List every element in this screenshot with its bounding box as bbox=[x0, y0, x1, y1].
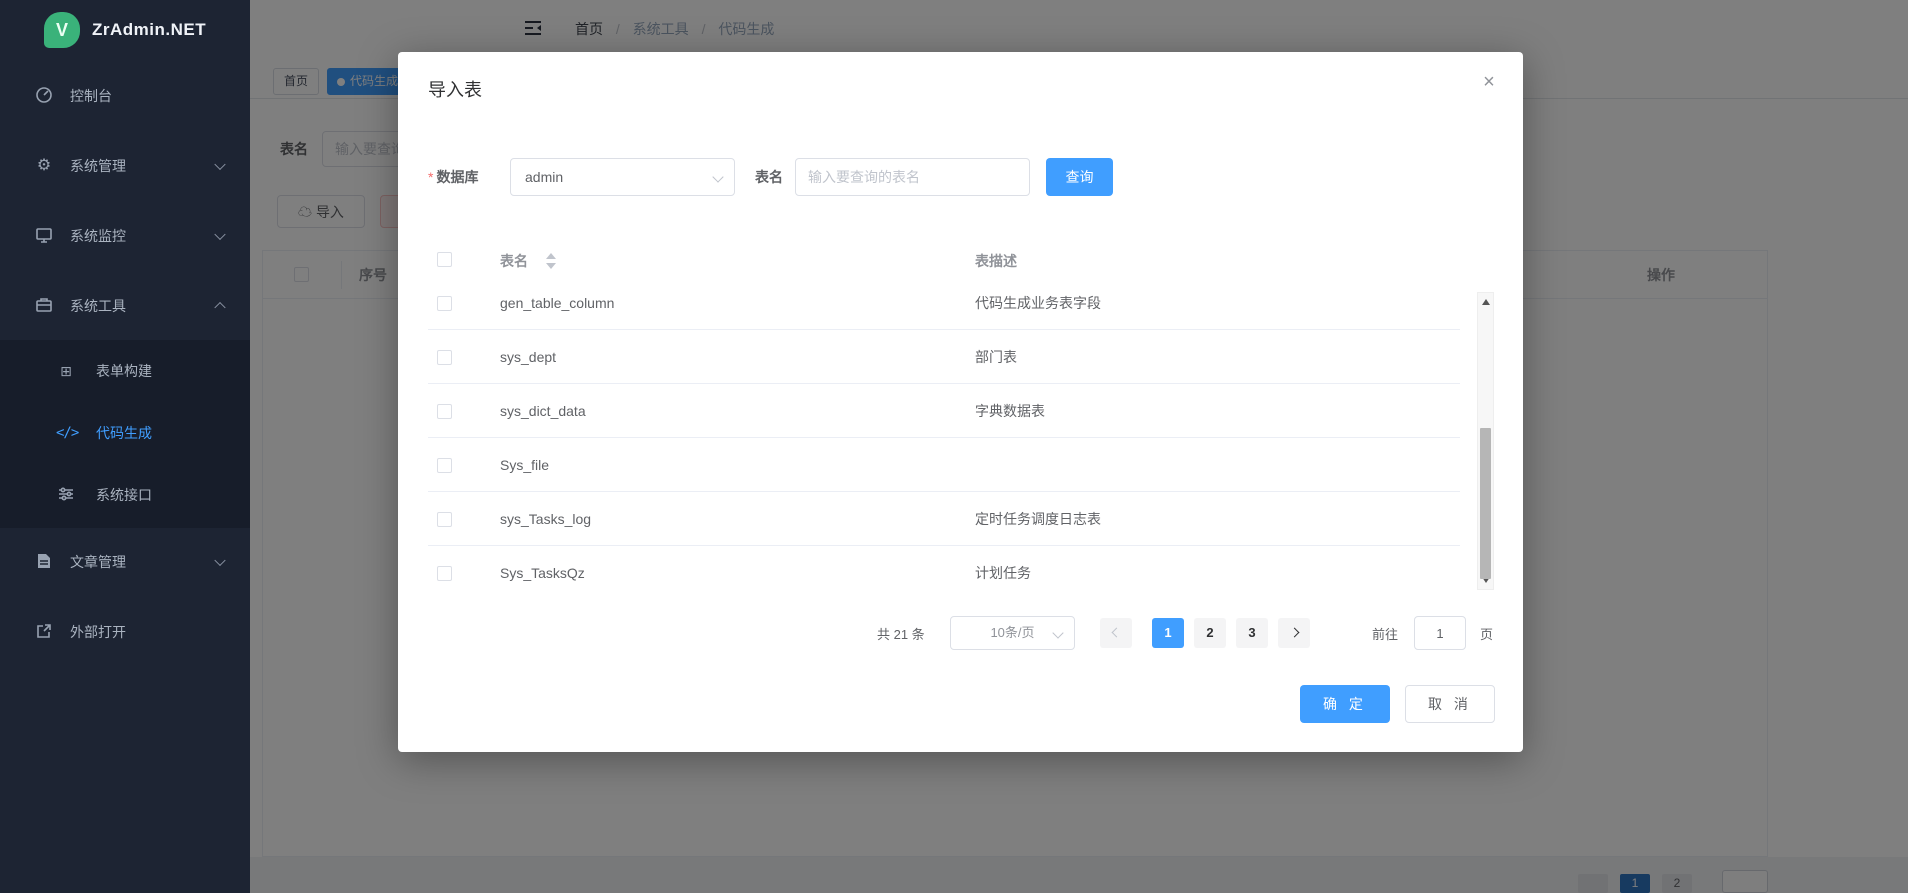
sidebar-item-label: 系统管理 bbox=[70, 156, 126, 176]
dashboard-icon bbox=[34, 86, 54, 106]
col-table-desc: 表描述 bbox=[975, 251, 1017, 271]
dialog-title: 导入表 bbox=[428, 76, 482, 102]
pagination-total: 共 21 条 bbox=[877, 624, 925, 643]
page-size-value: 10条/页 bbox=[990, 625, 1034, 640]
sidebar-item-label: 代码生成 bbox=[96, 423, 152, 443]
table-scrollbar[interactable] bbox=[1477, 292, 1494, 590]
logo-icon: V bbox=[44, 12, 80, 48]
sort-asc-icon bbox=[546, 253, 556, 259]
sidebar-item-article-manage[interactable]: 文章管理 bbox=[0, 534, 250, 590]
dialog-table-body: gen_table_column 代码生成业务表字段 sys_dept 部门表 … bbox=[398, 292, 1474, 590]
chevron-down-icon bbox=[712, 171, 723, 182]
select-all-checkbox[interactable] bbox=[437, 252, 452, 267]
sidebar-item-label: 系统监控 bbox=[70, 226, 126, 246]
scrollbar-thumb[interactable] bbox=[1480, 428, 1491, 579]
row-table-name: sys_Tasks_log bbox=[500, 511, 591, 527]
row-table-desc: 部门表 bbox=[975, 347, 1017, 367]
pager-goto-input[interactable] bbox=[1414, 616, 1466, 650]
table-row[interactable]: sys_Tasks_log 定时任务调度日志表 bbox=[428, 492, 1460, 546]
confirm-button[interactable]: 确 定 bbox=[1300, 685, 1390, 723]
required-asterisk: * bbox=[428, 169, 433, 185]
row-table-name: sys_dept bbox=[500, 349, 556, 365]
database-select-value: admin bbox=[525, 169, 563, 185]
sort-carets-icon[interactable] bbox=[546, 252, 556, 270]
row-checkbox[interactable] bbox=[437, 566, 452, 581]
chevron-down-icon bbox=[1052, 627, 1063, 638]
sidebar-item-label: 系统工具 bbox=[70, 296, 126, 316]
table-row[interactable]: Sys_file bbox=[428, 438, 1460, 492]
sidebar-item-system-tools[interactable]: 系统工具 bbox=[0, 278, 250, 334]
chevron-down-icon bbox=[214, 159, 225, 170]
cancel-button[interactable]: 取 消 bbox=[1405, 685, 1495, 723]
sidebar-item-label: 外部打开 bbox=[70, 622, 126, 642]
table-name-input[interactable] bbox=[795, 158, 1030, 196]
chevron-down-icon bbox=[214, 229, 225, 240]
sidebar-item-form-builder[interactable]: ⊞ 表单构建 bbox=[0, 340, 250, 402]
row-table-desc: 定时任务调度日志表 bbox=[975, 509, 1101, 529]
sidebar-item-label: 文章管理 bbox=[70, 552, 126, 572]
dialog-query-form: *数据库 admin 表名 查询 bbox=[398, 158, 1523, 196]
col-table-name: 表名 bbox=[500, 251, 528, 271]
sidebar-item-label: 控制台 bbox=[70, 86, 112, 106]
dialog-pagination: 共 21 条 10条/页 1 2 3 前往 页 bbox=[398, 612, 1523, 652]
table-row[interactable]: sys_dept 部门表 bbox=[428, 330, 1460, 384]
grid-icon: ⊞ bbox=[56, 361, 76, 381]
sidebar-item-system-manage[interactable]: ⚙ 系统管理 bbox=[0, 138, 250, 194]
row-table-name: Sys_TasksQz bbox=[500, 565, 585, 581]
dialog-table-header: 表名 表描述 bbox=[398, 235, 1523, 292]
sidebar-item-label: 表单构建 bbox=[96, 361, 152, 381]
gear-icon: ⚙ bbox=[34, 156, 54, 176]
sidebar-item-system-monitor[interactable]: 系统监控 bbox=[0, 208, 250, 264]
row-table-desc: 字典数据表 bbox=[975, 401, 1045, 421]
pager-page-1[interactable]: 1 bbox=[1152, 618, 1184, 648]
sidebar-item-external-open[interactable]: 外部打开 bbox=[0, 604, 250, 660]
database-label: *数据库 bbox=[428, 167, 478, 187]
row-table-desc: 计划任务 bbox=[975, 563, 1031, 583]
pager-prev-button[interactable] bbox=[1100, 618, 1132, 648]
app-logo[interactable]: V ZrAdmin.NET bbox=[0, 0, 250, 60]
page-size-select[interactable]: 10条/页 bbox=[950, 616, 1075, 650]
scroll-up-icon[interactable] bbox=[1482, 299, 1490, 305]
toolbox-icon bbox=[34, 296, 54, 316]
row-table-name: gen_table_column bbox=[500, 295, 614, 311]
sliders-icon bbox=[56, 485, 76, 505]
table-row[interactable]: sys_dict_data 字典数据表 bbox=[428, 384, 1460, 438]
pager-page-3[interactable]: 3 bbox=[1236, 618, 1268, 648]
monitor-icon bbox=[34, 226, 54, 246]
code-icon: </> bbox=[56, 423, 76, 443]
pager-page-2[interactable]: 2 bbox=[1194, 618, 1226, 648]
table-row[interactable]: Sys_TasksQz 计划任务 bbox=[428, 546, 1460, 590]
row-checkbox[interactable] bbox=[437, 350, 452, 365]
close-icon[interactable]: × bbox=[1477, 70, 1501, 94]
sidebar-item-system-api[interactable]: 系统接口 bbox=[0, 464, 250, 526]
row-checkbox[interactable] bbox=[437, 404, 452, 419]
sidebar: V ZrAdmin.NET 控制台 ⚙ 系统管理 系统监控 系统工具 ⊞ 表单构… bbox=[0, 0, 250, 893]
row-table-name: sys_dict_data bbox=[500, 403, 586, 419]
import-table-dialog: 导入表 × *数据库 admin 表名 查询 表名 表描述 gen_table_… bbox=[398, 52, 1523, 752]
table-row[interactable]: gen_table_column 代码生成业务表字段 bbox=[428, 292, 1460, 330]
pager-goto-unit: 页 bbox=[1480, 624, 1493, 643]
row-checkbox[interactable] bbox=[437, 458, 452, 473]
row-checkbox[interactable] bbox=[437, 296, 452, 311]
table-name-label: 表名 bbox=[755, 167, 783, 187]
sidebar-item-dashboard[interactable]: 控制台 bbox=[0, 68, 250, 124]
sidebar-submenu: ⊞ 表单构建 </> 代码生成 系统接口 bbox=[0, 340, 250, 528]
chevron-down-icon bbox=[214, 555, 225, 566]
row-table-name: Sys_file bbox=[500, 457, 549, 473]
database-select[interactable]: admin bbox=[510, 158, 735, 196]
pager-next-button[interactable] bbox=[1278, 618, 1310, 648]
sort-desc-icon bbox=[546, 263, 556, 269]
chevron-up-icon bbox=[214, 302, 225, 313]
row-checkbox[interactable] bbox=[437, 512, 452, 527]
sidebar-item-label: 系统接口 bbox=[96, 485, 152, 505]
row-table-desc: 代码生成业务表字段 bbox=[975, 293, 1101, 313]
document-icon bbox=[34, 552, 54, 572]
pager-goto-label: 前往 bbox=[1372, 624, 1398, 643]
external-link-icon bbox=[34, 622, 54, 642]
query-button[interactable]: 查询 bbox=[1046, 158, 1113, 196]
sidebar-item-code-generation[interactable]: </> 代码生成 bbox=[0, 402, 250, 464]
app-title: ZrAdmin.NET bbox=[92, 20, 206, 40]
